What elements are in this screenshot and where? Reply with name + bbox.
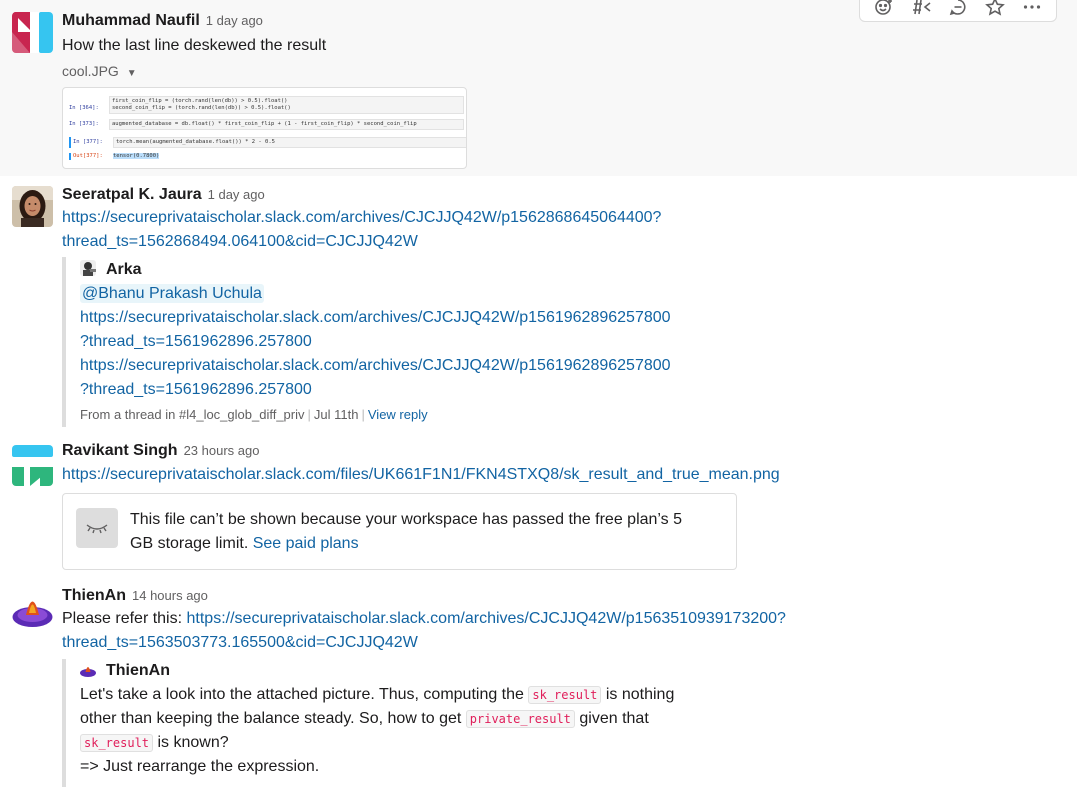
code-line: In [377]: torch.mean(augmented_database.f… bbox=[69, 137, 466, 148]
quote-link-cont[interactable]: ?thread_ts=1561962896.257800 bbox=[80, 330, 762, 354]
message-link-cont[interactable]: thread_ts=1562868494.064100&cid=CJCJJQ42… bbox=[62, 230, 1077, 254]
user-mention[interactable]: @Bhanu Prakash Uchula bbox=[80, 284, 264, 303]
quote-text-line: other than keeping the balance steady. S… bbox=[80, 710, 649, 728]
timestamp[interactable]: 23 hours ago bbox=[184, 443, 260, 458]
quote-author[interactable]: Arka bbox=[106, 261, 142, 278]
share-to-channel-icon[interactable] bbox=[905, 0, 937, 20]
quote-footer: From a thread in #l4_loc_glob_diff_priv |… bbox=[80, 407, 428, 422]
quote-text-line: sk_result is known? bbox=[80, 731, 762, 755]
notice-text: This file can’t be shown because your wo… bbox=[130, 511, 683, 528]
message-link-cont[interactable]: thread_ts=1563503773.165500&cid=CJCJJQ42… bbox=[62, 631, 1077, 655]
inline-code: private_result bbox=[465, 710, 575, 728]
reply-in-thread-icon[interactable] bbox=[942, 0, 974, 20]
timestamp[interactable]: 14 hours ago bbox=[132, 588, 208, 603]
quote-link-cont[interactable]: ?thread_ts=1561962896.257800 bbox=[80, 378, 762, 402]
code-line: In [373]: augmented_database = db.float()… bbox=[69, 119, 464, 130]
caret-down-icon: ▼ bbox=[126, 68, 137, 79]
quote-text-line: => Just rearrange the expression. bbox=[80, 758, 320, 775]
message-muhammad-naufil: Muhammad Naufil 1 day ago How the last li… bbox=[0, 0, 1077, 176]
message-text: How the last line deskewed the result bbox=[62, 37, 327, 54]
timestamp[interactable]: 1 day ago bbox=[206, 13, 263, 28]
message-link[interactable]: https://secureprivataischolar.slack.com/… bbox=[187, 610, 786, 627]
author-name[interactable]: Seeratpal K. Jaura bbox=[62, 186, 202, 203]
notice-text-cont: GB storage limit. bbox=[130, 535, 249, 552]
avatar[interactable] bbox=[12, 588, 53, 629]
message-seeratpal-k-jaura: Seeratpal K. Jaura 1 day ago https://secu… bbox=[0, 176, 1077, 440]
code-line: In [364]:first_coin_flip = (torch.rand(l… bbox=[69, 96, 464, 114]
quote-text-line: Let's take a look into the attached pict… bbox=[80, 686, 675, 704]
author-name[interactable]: Muhammad Naufil bbox=[62, 12, 200, 29]
timestamp[interactable]: 1 day ago bbox=[208, 187, 265, 202]
avatar[interactable] bbox=[12, 186, 53, 227]
shared-message-quote: Arka @Bhanu Prakash Uchula https://secur… bbox=[62, 257, 762, 427]
avatar[interactable] bbox=[12, 12, 53, 53]
file-name: cool.JPG bbox=[62, 63, 119, 79]
message-ravikant-singh: Ravikant Singh 23 hours ago https://secur… bbox=[0, 440, 1077, 580]
message-text: Please refer this: bbox=[62, 610, 183, 627]
inline-code: sk_result bbox=[528, 686, 602, 704]
quote-link[interactable]: https://secureprivataischolar.slack.com/… bbox=[80, 354, 762, 378]
avatar-mini[interactable] bbox=[80, 661, 96, 677]
code-output: Out[377]: tensor(0.7800) bbox=[69, 153, 460, 160]
message-actions-toolbar bbox=[859, 0, 1057, 22]
avatar[interactable] bbox=[12, 445, 53, 486]
author-name[interactable]: Ravikant Singh bbox=[62, 442, 178, 459]
inline-code: sk_result bbox=[80, 734, 154, 752]
avatar-mini[interactable] bbox=[80, 260, 96, 276]
see-paid-plans-link[interactable]: See paid plans bbox=[253, 535, 359, 552]
view-reply-link[interactable]: View reply bbox=[368, 407, 428, 422]
more-actions-icon[interactable] bbox=[1016, 0, 1048, 20]
thread-date[interactable]: Jul 11th bbox=[314, 407, 359, 422]
message-thienan: ThienAn 14 hours ago Please refer this: h… bbox=[0, 580, 1077, 793]
quote-author[interactable]: ThienAn bbox=[106, 662, 170, 679]
file-name-toggle[interactable]: cool.JPG ▼ bbox=[62, 61, 1077, 84]
message-link[interactable]: https://secureprivataischolar.slack.com/… bbox=[62, 206, 1077, 230]
quote-link[interactable]: https://secureprivataischolar.slack.com/… bbox=[80, 306, 762, 330]
shared-message-quote: ThienAn Let's take a look into the attac… bbox=[62, 659, 762, 787]
image-thumbnail[interactable]: In [364]:first_coin_flip = (torch.rand(l… bbox=[62, 87, 467, 169]
save-star-icon[interactable] bbox=[979, 0, 1011, 20]
thread-source[interactable]: From a thread in #l4_loc_glob_diff_priv bbox=[80, 407, 305, 422]
file-link[interactable]: https://secureprivataischolar.slack.com/… bbox=[62, 463, 1077, 487]
add-reaction-icon[interactable] bbox=[868, 0, 900, 20]
hidden-eye-icon bbox=[76, 508, 118, 548]
author-name[interactable]: ThienAn bbox=[62, 587, 126, 604]
file-unavailable-notice: This file can’t be shown because your wo… bbox=[62, 493, 737, 570]
